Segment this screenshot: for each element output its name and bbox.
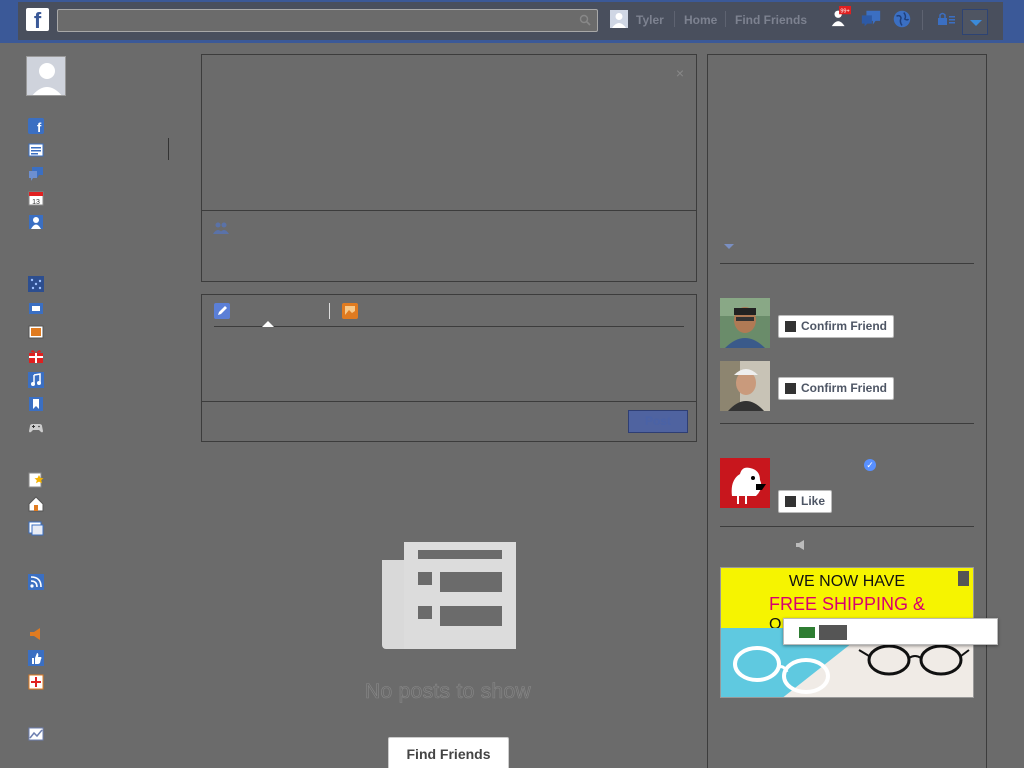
sidebar-divider xyxy=(720,263,974,264)
top-separator xyxy=(674,11,675,27)
tab-separator xyxy=(329,303,330,319)
composer-panel: Post xyxy=(201,294,697,442)
music-icon[interactable] xyxy=(28,372,44,388)
messages-icon[interactable] xyxy=(860,8,882,30)
profile-silhouette-icon xyxy=(27,57,65,95)
photo-icon[interactable] xyxy=(342,303,358,319)
confirm-friend-label: Confirm Friend xyxy=(801,319,887,333)
person-photo xyxy=(720,361,770,411)
news-feed-empty-icon xyxy=(382,542,516,649)
profile-picture[interactable] xyxy=(26,56,66,96)
ad-tooltip-popup xyxy=(783,618,998,645)
composer-tabs xyxy=(214,295,684,327)
ad-headline: WE NOW HAVE xyxy=(788,573,906,590)
news-feed-icon[interactable]: f xyxy=(28,118,44,134)
sidebar-divider xyxy=(720,423,974,424)
profile-link[interactable]: Tyler xyxy=(636,13,664,27)
messages-nav-icon[interactable] xyxy=(28,166,44,182)
newsfeed-list-icon[interactable] xyxy=(28,142,44,158)
insights-icon[interactable] xyxy=(28,726,44,742)
confirm-friend-button[interactable]: Confirm Friend xyxy=(778,377,894,400)
no-posts-message: No posts to show xyxy=(365,680,531,704)
sidebar-divider xyxy=(720,526,974,527)
search-box[interactable] xyxy=(57,9,598,32)
friend-requests-icon[interactable]: 99+ xyxy=(829,6,851,28)
search-icon[interactable] xyxy=(579,14,591,26)
top-separator xyxy=(725,11,726,27)
column-divider xyxy=(168,138,169,160)
like-icon xyxy=(785,496,796,507)
facebook-logo[interactable]: f xyxy=(26,8,49,31)
chevron-down-icon[interactable] xyxy=(724,244,734,249)
photos-icon[interactable] xyxy=(28,324,44,340)
user-avatar[interactable] xyxy=(610,10,628,28)
story-panel: × xyxy=(201,54,697,282)
like-pages-icon[interactable] xyxy=(28,650,44,666)
friend-request-avatar[interactable] xyxy=(720,361,770,411)
top-separator xyxy=(922,10,923,30)
like-label: Like xyxy=(801,494,826,508)
confirm-friend-label: Confirm Friend xyxy=(801,381,887,395)
close-icon[interactable]: × xyxy=(676,65,684,81)
pages-icon[interactable] xyxy=(28,520,44,536)
games-icon[interactable] xyxy=(28,420,44,436)
apps-icon[interactable] xyxy=(28,300,44,316)
panel-divider xyxy=(202,401,696,402)
feeds-icon[interactable] xyxy=(28,574,44,590)
confirm-friend-button[interactable]: Confirm Friend xyxy=(778,315,894,338)
saved-icon[interactable] xyxy=(28,396,44,412)
add-friend-icon xyxy=(785,383,796,394)
privacy-icon[interactable] xyxy=(937,11,957,27)
pages-feed-icon[interactable] xyxy=(28,276,44,292)
popup-label-block xyxy=(819,625,847,640)
friend-request-avatar[interactable] xyxy=(720,298,770,348)
svg-text:13: 13 xyxy=(32,199,40,206)
svg-text:99+: 99+ xyxy=(840,8,849,14)
search-input[interactable] xyxy=(58,10,597,31)
status-pencil-icon[interactable] xyxy=(214,303,230,319)
popup-icon xyxy=(799,627,815,638)
events-icon[interactable]: 13 xyxy=(28,190,44,206)
ad-close-button[interactable] xyxy=(958,571,969,586)
rooster-logo xyxy=(720,458,770,508)
account-menu-button[interactable] xyxy=(962,9,988,35)
add-friend-icon xyxy=(785,321,796,332)
interests-icon[interactable] xyxy=(28,472,44,488)
groups-icon[interactable] xyxy=(28,496,44,512)
verified-icon: ✓ xyxy=(864,459,876,471)
like-page-button[interactable]: Like xyxy=(778,490,833,513)
create-page-icon[interactable] xyxy=(28,674,44,690)
find-friends-button[interactable]: Find Friends xyxy=(388,737,509,768)
avatar-silhouette-icon xyxy=(610,10,628,28)
gifts-icon[interactable] xyxy=(28,348,44,364)
suggested-page-avatar[interactable] xyxy=(720,458,770,508)
megaphone-icon xyxy=(796,540,804,550)
friends-icon[interactable] xyxy=(28,214,44,230)
home-link[interactable]: Home xyxy=(684,13,717,27)
panel-divider xyxy=(202,210,696,211)
ads-manager-icon[interactable] xyxy=(28,626,44,642)
notifications-icon[interactable] xyxy=(891,8,913,30)
post-button[interactable]: Post xyxy=(628,410,688,433)
find-friends-link[interactable]: Find Friends xyxy=(735,13,807,27)
tab-pointer xyxy=(262,321,274,327)
svg-text:f: f xyxy=(37,120,42,134)
people-icon xyxy=(213,222,229,234)
person-photo xyxy=(720,298,770,348)
